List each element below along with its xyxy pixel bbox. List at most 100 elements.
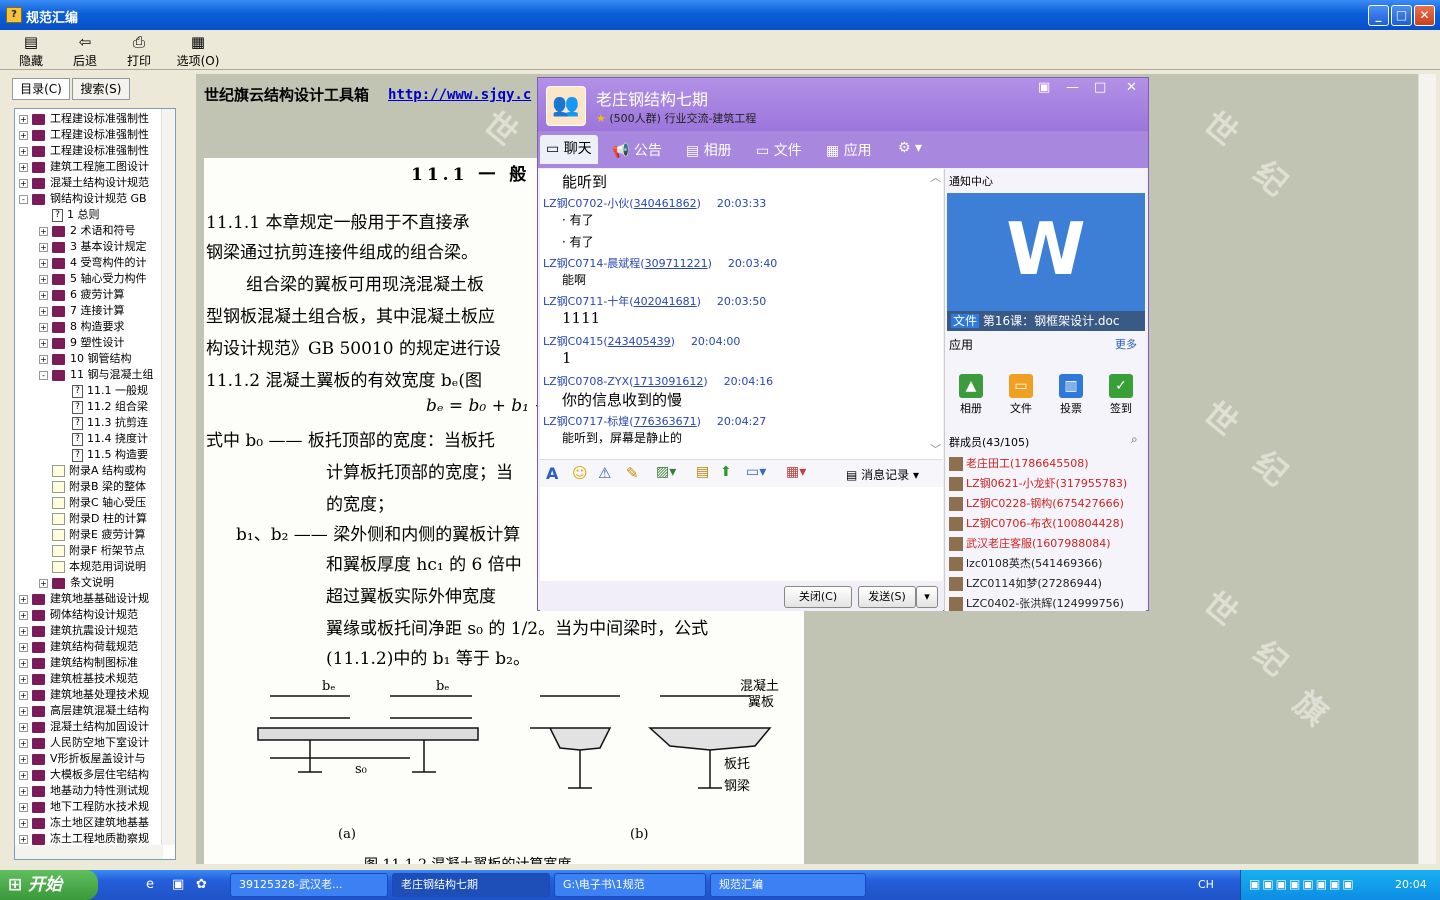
tree-item[interactable]: +6 疲劳计算 [39,287,125,303]
tree-item[interactable]: +4 受弯构件的计 [39,255,147,271]
tree-item[interactable]: +10 钢管结构 [39,351,132,367]
options-button[interactable]: ▦ 选项(O) [170,34,226,69]
tab-chat[interactable]: ▭ 聊天 [540,135,598,164]
member-item[interactable]: LZ钢0621-小龙虾(317955783) [949,474,1127,494]
close-button[interactable]: ✕ [1414,5,1435,26]
tree-item[interactable]: + 建筑地基处理技术规 [19,687,149,703]
expand-icon[interactable]: + [19,642,28,652]
tree-item[interactable]: + 地基动力特性测试规 [19,783,149,799]
document-link[interactable]: http://www.sjqy.c [388,87,531,103]
expand-icon[interactable]: + [19,738,28,748]
document-vertical-scrollbar[interactable] [1418,74,1436,864]
sender-id-link[interactable]: 776363671 [634,415,697,428]
tree-item[interactable]: + 地下工程防水技术规 [19,799,149,815]
expand-icon[interactable]: + [19,594,28,604]
send-options-button[interactable]: ▾ [916,586,938,608]
task-qq-main[interactable]: 39125328-武汉老... [230,873,388,897]
tree-item[interactable]: - 11 钢与混凝土组 [39,367,154,383]
tree-item[interactable]: +2 术语和符号 [39,223,136,239]
expand-icon[interactable]: + [19,162,28,172]
tree-vertical-scrollbar[interactable] [161,109,175,845]
expand-icon[interactable]: + [19,786,28,796]
upload-icon[interactable]: ⬆ [720,464,732,480]
member-item[interactable]: 老庄田工(1786645508) [949,454,1089,474]
tree-item[interactable]: +3 基本设计规定 [39,239,147,255]
expand-icon[interactable]: + [19,178,28,188]
back-button[interactable]: ⇦ 后退 [60,34,110,69]
scroll-down-icon[interactable]: ﹀ [930,441,941,457]
send-button[interactable]: 发送(S) [858,586,916,608]
tree-item[interactable]: + 建筑桩基技术规范 [19,671,138,687]
expand-icon[interactable]: + [39,290,48,300]
tab-search[interactable]: 搜索(S) [72,78,130,100]
expand-icon[interactable]: + [39,242,48,252]
tree-item[interactable]: + 建筑结构制图标准 [19,655,138,671]
collapse-icon[interactable]: - [19,194,28,204]
font-icon[interactable]: A [546,464,558,483]
expand-icon[interactable]: + [19,722,28,732]
settings-menu[interactable]: ⚙ ▾ [898,140,922,156]
expand-icon[interactable]: + [19,834,28,844]
collapse-icon[interactable]: - [39,370,48,380]
tree-item[interactable]: + 建筑工程施工图设计 [19,159,149,175]
chat-maximize-button[interactable]: □ [1094,80,1106,95]
expand-icon[interactable]: + [19,658,28,668]
quicklaunch-player-icon[interactable]: ✿ [196,877,207,892]
tree-item[interactable]: + 高层建筑混凝土结构 [19,703,149,719]
task-explorer[interactable]: G:\电子书\1规范 [554,873,706,897]
sender-id-link[interactable]: 340461862 [634,197,697,210]
expand-icon[interactable]: + [39,274,48,284]
quicklaunch-desktop-icon[interactable]: ▣ [172,877,184,892]
skin-button[interactable]: ▣ [1038,80,1050,95]
member-item[interactable]: LZ钢C0228-钢构(675427666) [949,494,1124,514]
expand-icon[interactable]: + [19,770,28,780]
expand-icon[interactable]: + [39,258,48,268]
task-spec-viewer[interactable]: 规范汇编 [710,873,866,897]
tab-album[interactable]: ▤ 相册 [686,140,732,160]
expand-icon[interactable]: + [19,690,28,700]
member-item[interactable]: LZC0114如梦(27286944) [949,574,1102,594]
message-input[interactable] [540,487,943,581]
tree-item[interactable]: 附录C 轴心受压 [39,495,146,511]
tree-item[interactable]: + 工程建设标准强制性 [19,127,149,143]
tree-item[interactable]: ? 1 总则 [39,207,100,223]
task-qq-group[interactable]: 老庄钢结构七期 [392,873,550,897]
screenshot-icon[interactable]: ▭▾ [746,464,766,480]
tree-item[interactable]: + 砌体结构设计规范 [19,607,138,623]
message-history-button[interactable]: ▤ 消息记录 ▾ [846,466,919,483]
tray-icons[interactable]: ▣▣▣▣▣▣▣▣ [1249,877,1356,891]
tree-item[interactable]: - 钢结构设计规范 GB [19,191,147,207]
expand-icon[interactable]: + [19,802,28,812]
start-button[interactable]: ⊞ 开始 [0,870,98,900]
tree-item[interactable]: ? 11.2 组合梁 [59,399,148,415]
member-item[interactable]: 武汉老庄客服(1607988084) [949,534,1111,554]
member-item[interactable]: LZC0402-张洪辉(124999756) [949,594,1124,611]
expand-icon[interactable]: + [39,306,48,316]
tree-item[interactable]: ? 11.5 构造要 [59,447,148,463]
tree-item[interactable]: 附录F 桁架节点 [39,543,145,559]
more-tools-icon[interactable]: ▦▾ [786,464,806,480]
group-avatar[interactable]: 👥 [546,86,586,126]
image-icon[interactable]: ▨▾ [656,464,676,480]
expand-icon[interactable]: + [19,754,28,764]
emoji-icon[interactable]: ☺ [572,464,588,482]
tree-item[interactable]: ? 11.1 一般规 [59,383,148,399]
expand-icon[interactable]: + [39,322,48,332]
sender-id-link[interactable]: 243405439 [608,335,671,348]
tree-item[interactable]: + 冻土地区建筑地基基 [19,815,149,831]
tab-announcement[interactable]: 📢 公告 [612,140,662,160]
maximize-button[interactable]: □ [1391,5,1412,26]
tree-item[interactable]: + 条文说明 [39,575,114,591]
tab-contents[interactable]: 目录(C) [12,78,70,100]
expand-icon[interactable]: + [19,674,28,684]
tree-item[interactable]: + 混凝土结构设计规范 [19,175,149,191]
tree-item[interactable]: 附录B 梁的整体 [39,479,146,495]
quicklaunch-ie-icon[interactable]: e [146,877,154,892]
member-item[interactable]: LZ钢C0706-布衣(100804428) [949,514,1124,534]
tree-item[interactable]: + 混凝土结构加固设计 [19,719,149,735]
doodle-icon[interactable]: ✎ [626,464,639,482]
file-send-icon[interactable]: ▤ [696,464,709,480]
print-button[interactable]: ⎙ 打印 [114,34,164,69]
language-indicator[interactable]: CH [1198,878,1214,891]
tree-item[interactable]: + 工程建设标准强制性 [19,143,149,159]
